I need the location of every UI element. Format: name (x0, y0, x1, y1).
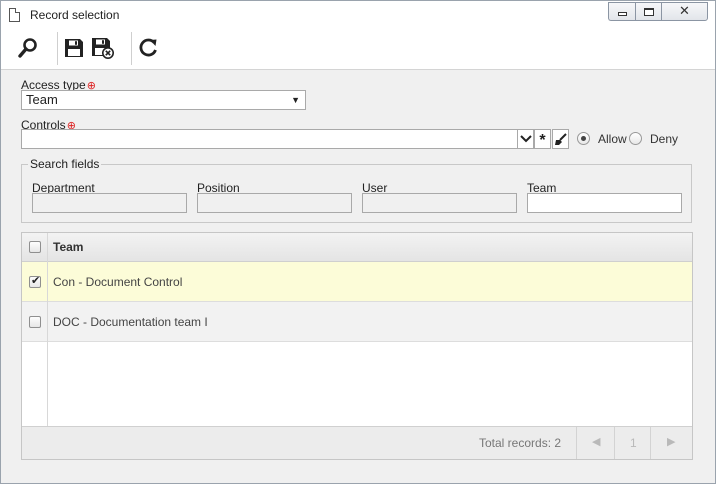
maximize-button[interactable] (635, 2, 661, 21)
save-icon (65, 39, 83, 57)
row-team-name: Con - Document Control (53, 275, 183, 289)
pager-separator (614, 427, 615, 459)
dropdown-arrow-icon: ▼ (291, 95, 300, 105)
window-controls: ✕ (608, 2, 708, 21)
access-type-select[interactable]: Team ▼ (21, 90, 306, 110)
save-button[interactable] (61, 35, 87, 61)
refresh-icon (139, 38, 157, 57)
toolbar-separator (57, 32, 58, 65)
controls-input[interactable] (21, 129, 518, 149)
close-icon: ✕ (679, 4, 690, 19)
controls-dropdown-button[interactable] (517, 129, 534, 149)
controls-wildcard-button[interactable]: * (534, 129, 551, 149)
save-and-close-button[interactable] (90, 35, 116, 61)
table-row[interactable]: Con - Document Control (22, 262, 692, 302)
previous-page-icon[interactable]: ◀ (592, 435, 600, 448)
document-icon (9, 8, 20, 22)
deny-radio[interactable] (629, 132, 642, 145)
minimize-button[interactable] (608, 2, 635, 21)
refresh-button[interactable] (135, 35, 161, 61)
next-page-icon[interactable]: ▶ (667, 435, 675, 448)
table-row[interactable]: DOC - Documentation team I (22, 302, 692, 342)
column-separator (47, 262, 48, 302)
row-team-name: DOC - Documentation team I (53, 315, 208, 329)
search-button[interactable] (15, 35, 41, 61)
search-fields-group: Search fields (21, 157, 692, 223)
grid-footer: Total records: 2 ◀ 1 ▶ (22, 426, 692, 459)
save-and-close-icon (92, 38, 114, 59)
department-input[interactable] (32, 193, 187, 213)
toolbar-separator (131, 32, 132, 65)
allow-radio[interactable] (577, 132, 590, 145)
pager-separator (650, 427, 651, 459)
column-separator (47, 302, 48, 342)
column-separator (47, 233, 48, 262)
position-input[interactable] (197, 193, 352, 213)
window-title: Record selection (30, 8, 120, 22)
total-records: Total records: 2 (479, 436, 562, 450)
broom-icon (555, 132, 567, 145)
close-button[interactable]: ✕ (661, 2, 708, 21)
title-bar: Record selection ✕ (1, 1, 715, 29)
grid-header: Team (22, 233, 692, 262)
access-type-value: Team (26, 92, 58, 107)
select-all-checkbox[interactable] (29, 241, 41, 253)
search-fields-legend: Search fields (30, 157, 100, 171)
record-selection-window: Record selection ✕ Access type⊕ Team ▼ C… (0, 0, 716, 484)
chevron-down-icon (519, 135, 532, 143)
column-separator (47, 342, 48, 426)
row-checkbox[interactable] (29, 274, 41, 288)
minimize-icon (617, 12, 627, 16)
team-column-header[interactable]: Team (53, 240, 83, 254)
row-checkbox[interactable] (29, 316, 41, 328)
deny-label: Deny (650, 132, 679, 146)
asterisk-icon: * (539, 132, 546, 149)
team-input[interactable] (527, 193, 682, 213)
maximize-icon (643, 7, 654, 16)
user-input[interactable] (362, 193, 517, 213)
pager-separator (576, 427, 577, 459)
controls-clear-button[interactable] (552, 129, 569, 149)
toolbar (1, 29, 715, 70)
search-icon (18, 38, 37, 58)
allow-label: Allow (598, 132, 627, 146)
records-grid: Team Con - Document Control DOC - Docume… (21, 232, 693, 460)
current-page: 1 (630, 436, 637, 450)
